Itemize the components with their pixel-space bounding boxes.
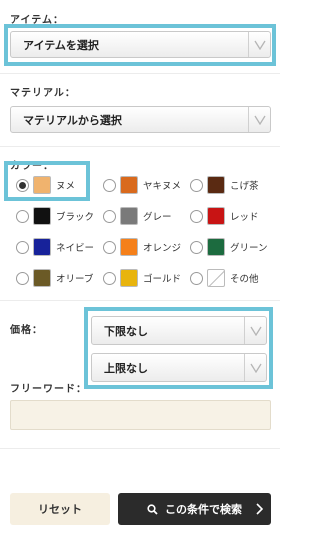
color-option-olive[interactable]: オリーブ [16,268,93,288]
chevron-down-icon [244,354,266,381]
color-radio[interactable] [103,209,116,223]
color-name: ヌメ [56,181,76,192]
color-swatch [207,176,225,194]
color-radio[interactable] [103,271,116,285]
color-option-orange[interactable]: オレンジ [103,237,181,257]
color-name: レッド [230,212,259,223]
price-max-select[interactable]: 上限なし [91,353,267,382]
divider [0,146,280,147]
color-option-navy[interactable]: ネイビー [16,237,94,257]
color-radio[interactable] [190,178,203,192]
color-radio[interactable] [190,271,203,285]
color-radio[interactable] [190,240,203,254]
freeword-label: フリーワード： [10,384,87,395]
search-button[interactable]: この条件で検索 [118,493,271,525]
color-option-black[interactable]: ブラック [16,206,94,226]
color-swatch [33,176,51,194]
color-radio[interactable] [16,271,29,285]
color-radio[interactable] [190,209,203,223]
color-option-nume[interactable]: ヌメ [16,175,75,195]
color-option-gray[interactable]: グレー [103,206,172,226]
divider [0,73,280,74]
color-option-red[interactable]: レッド [190,206,259,226]
color-name: ブラック [56,212,95,223]
color-option-gold[interactable]: ゴールド [103,268,181,288]
material-select-value: マテリアルから選択 [23,113,122,127]
price-max-value: 上限なし [104,361,148,375]
color-swatch [207,207,225,225]
material-select[interactable]: マテリアルから選択 [10,106,271,133]
color-name: その他 [230,274,259,285]
color-swatch [33,238,51,256]
chevron-down-icon [244,317,266,344]
color-name: ネイビー [56,243,95,254]
chevron-right-icon [256,503,263,515]
color-swatch [207,269,225,287]
price-label: 価格： [10,325,43,336]
color-option-kogecha[interactable]: こげ茶 [190,175,259,195]
color-swatch [33,207,51,225]
color-swatch [120,176,138,194]
color-name: ゴールド [143,274,182,285]
color-option-other[interactable]: その他 [190,268,259,288]
color-name: グリーン [230,243,268,254]
search-icon [147,503,158,515]
color-radio[interactable] [16,240,29,254]
color-radio[interactable] [103,178,116,192]
color-radio[interactable] [16,178,29,192]
color-name: ヤキヌメ [143,181,182,192]
item-select[interactable]: アイテムを選択 [10,31,271,58]
color-radio[interactable] [16,209,29,223]
color-name: オリーブ [56,274,94,285]
search-button-label: この条件で検索 [165,503,242,516]
color-swatch [207,238,225,256]
color-swatch [33,269,51,287]
color-option-green[interactable]: グリーン [190,237,268,257]
price-min-select[interactable]: 下限なし [91,316,267,345]
color-option-yakinume[interactable]: ヤキヌメ [103,175,181,195]
chevron-down-icon [248,107,270,132]
item-select-value: アイテムを選択 [23,38,99,52]
color-swatch [120,207,138,225]
color-swatch [120,269,138,287]
divider [0,300,280,301]
chevron-down-icon [248,32,270,57]
color-radio[interactable] [103,240,116,254]
price-min-value: 下限なし [104,324,148,338]
reset-button-label: リセット [38,503,82,516]
color-swatch [120,238,138,256]
color-name: オレンジ [143,243,182,254]
material-label: マテリアル： [10,88,76,99]
freeword-input[interactable] [10,400,271,430]
color-name: グレー [143,212,172,223]
reset-button[interactable]: リセット [10,493,110,525]
divider [0,448,280,449]
color-name: こげ茶 [230,181,259,192]
